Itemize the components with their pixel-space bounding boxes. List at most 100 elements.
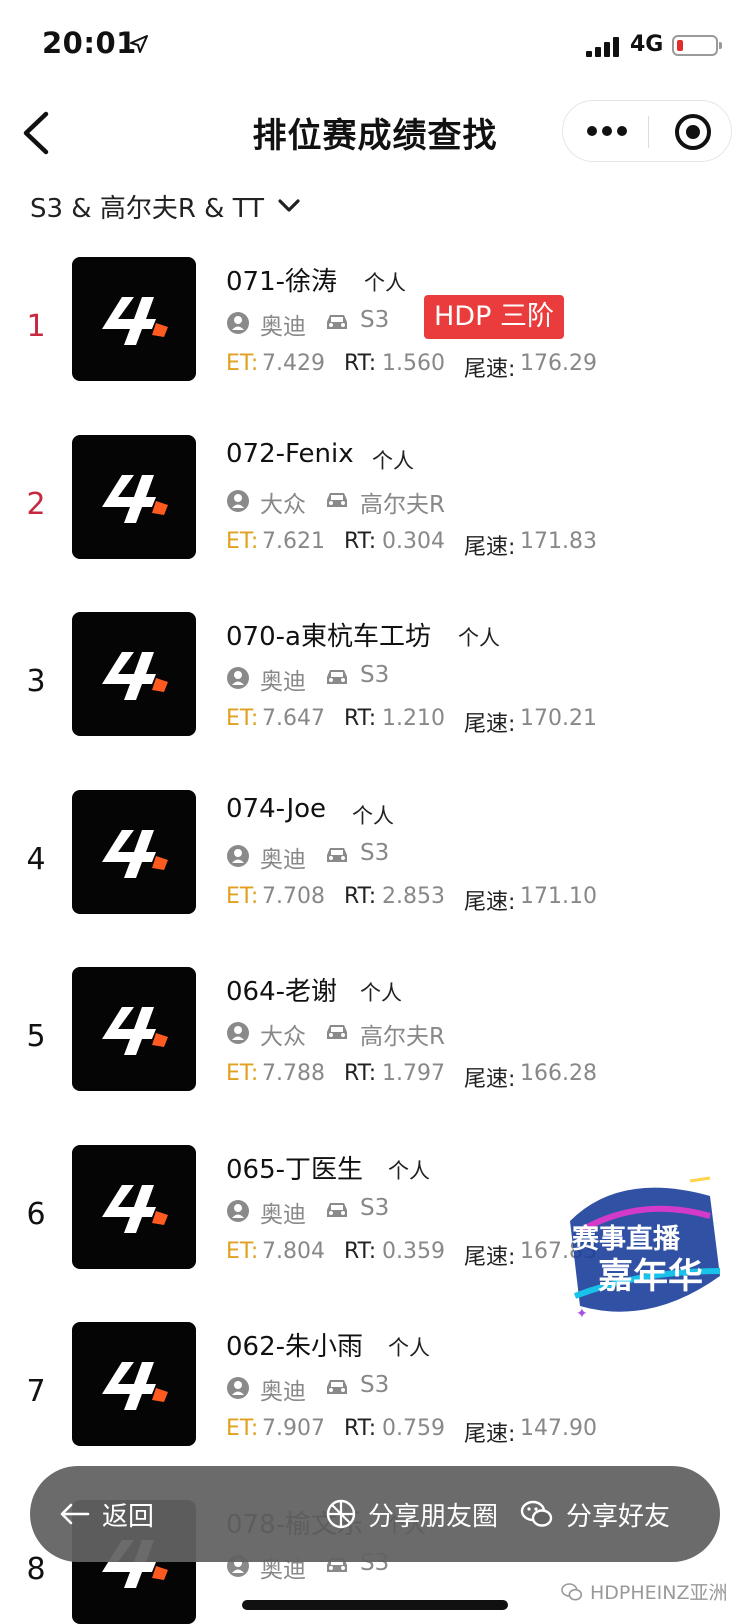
rank-number: 8 xyxy=(26,1551,46,1587)
rt-value: 1.797 xyxy=(382,1061,445,1086)
share-friends-label: 分享好友 xyxy=(566,1501,671,1532)
share-bar: 返回 分享朋友圈 分享好友 xyxy=(30,1466,720,1562)
speed-value: 176.29 xyxy=(520,351,597,376)
status-time: 20:01 xyxy=(42,26,137,60)
target-icon[interactable] xyxy=(675,114,711,150)
category-filter[interactable]: S3 & 高尔夫R & TT xyxy=(30,186,300,226)
result-row[interactable]: 4 074-Joe 个人 奥迪 S3 ET: 7.708 RT: 2.853 尾… xyxy=(0,789,750,974)
badge-person-icon xyxy=(227,844,249,867)
entrant-name: 062-朱小雨 xyxy=(226,1332,364,1362)
rank-number: 4 xyxy=(26,841,46,877)
promo-line1: 赛事直播 xyxy=(571,1223,681,1255)
car-label: S3 xyxy=(360,1372,390,1398)
filter-label: S3 & 高尔夫R & TT xyxy=(30,193,265,224)
entrant-name: 072-Fenix xyxy=(226,438,354,469)
team-logo xyxy=(72,1322,196,1446)
brand-label: 奥迪 xyxy=(260,846,306,873)
car-icon xyxy=(327,847,347,862)
rt-value: 0.304 xyxy=(382,528,445,554)
share-moments-button[interactable]: 分享朋友圈 xyxy=(326,1466,498,1562)
rank-number: 5 xyxy=(26,1019,46,1054)
brand-label: 奥迪 xyxy=(260,1379,306,1405)
entry-type: 个人 xyxy=(458,626,500,650)
back-button[interactable]: 返回 xyxy=(58,1466,154,1562)
entry-type: 个人 xyxy=(388,1336,430,1360)
et-value: 7.429 xyxy=(262,351,325,376)
location-arrow-icon xyxy=(130,35,148,53)
badge-person-icon xyxy=(227,1377,249,1399)
car-icon xyxy=(327,1025,347,1039)
car-label: S3 xyxy=(360,662,390,688)
badge-person-icon xyxy=(227,489,249,512)
brand-label: 奥迪 xyxy=(260,314,306,340)
badge-person-icon xyxy=(227,1199,249,1222)
speed-value: 166.28 xyxy=(520,1061,597,1086)
car-icon xyxy=(327,315,347,329)
rank-number: 1 xyxy=(26,309,46,344)
rt-value: 1.210 xyxy=(382,706,445,731)
team-logo xyxy=(72,789,196,914)
brand-label: 奥迪 xyxy=(260,669,306,695)
et-value: 7.621 xyxy=(262,528,325,554)
network-label: 4G xyxy=(630,32,664,57)
battery-icon xyxy=(672,35,722,56)
speed-value: 170.21 xyxy=(520,706,597,731)
entrant-name: 074-Joe xyxy=(226,793,327,824)
rank-number: 3 xyxy=(26,664,46,699)
rt-value: 0.359 xyxy=(382,1238,445,1264)
wechat-icon xyxy=(561,1582,583,1600)
car-label: S3 xyxy=(360,839,390,866)
et-value: 7.907 xyxy=(262,1416,325,1441)
status-bar: 20:01 4G xyxy=(0,0,750,90)
result-row[interactable]: 1 071-徐涛 个人 奥迪 S3 HDP 三阶 ET: 7.429 RT: 1… xyxy=(0,257,750,441)
share-moments-label: 分享朋友圈 xyxy=(368,1501,499,1532)
entrant-name: 065-丁医生 xyxy=(226,1154,364,1185)
speed-value: 147.90 xyxy=(520,1416,597,1441)
car-icon xyxy=(327,670,347,684)
car-label: 高尔夫R xyxy=(360,491,445,518)
badge-person-icon xyxy=(227,667,249,689)
car-icon xyxy=(327,1380,347,1394)
result-row[interactable]: 2 072-Fenix 个人 大众 高尔夫R ET: 7.621 RT: 0.3… xyxy=(0,434,750,619)
signal-icon xyxy=(586,37,622,57)
et-value: 7.804 xyxy=(262,1238,325,1264)
watermark: HDPHEINZ亚洲 xyxy=(560,1578,728,1605)
promo-line2: 嘉年华 xyxy=(598,1257,703,1297)
share-friends-button[interactable]: 分享好友 xyxy=(520,1466,670,1562)
tune-badge: HDP 三阶 xyxy=(424,295,564,339)
entry-type: 个人 xyxy=(352,803,394,828)
brand-label: 大众 xyxy=(260,491,306,518)
more-dots-icon[interactable] xyxy=(587,126,627,138)
brand-label: 大众 xyxy=(260,1024,306,1050)
entrant-name: 070-a東杭车工坊 xyxy=(226,622,431,652)
result-row[interactable]: 3 070-a東杭车工坊 个人 奥迪 S3 ET: 7.647 RT: 1.21… xyxy=(0,612,750,796)
car-label: S3 xyxy=(360,307,390,333)
car-label: 高尔夫R xyxy=(360,1024,445,1050)
car-icon xyxy=(327,492,347,507)
entrant-name: 071-徐涛 xyxy=(226,267,338,297)
et-value: 7.647 xyxy=(262,706,325,731)
entry-type: 个人 xyxy=(360,981,402,1005)
team-logo xyxy=(72,612,196,736)
wechat-icon xyxy=(520,1500,553,1527)
rt-value: 1.560 xyxy=(382,351,445,376)
back-label: 返回 xyxy=(102,1501,155,1532)
et-value: 7.788 xyxy=(262,1061,325,1086)
entry-type: 个人 xyxy=(372,448,414,473)
et-value: 7.708 xyxy=(262,883,325,909)
team-logo xyxy=(72,257,196,381)
rt-value: 2.853 xyxy=(382,883,445,909)
moments-icon xyxy=(326,1499,356,1529)
home-indicator xyxy=(242,1600,508,1610)
watermark-label: HDPHEINZ亚洲 xyxy=(590,1582,728,1604)
car-icon xyxy=(327,1202,347,1217)
entry-type: 个人 xyxy=(364,271,406,295)
arrow-left-icon xyxy=(60,1503,90,1525)
result-row[interactable]: 5 064-老谢 个人 大众 高尔夫R ET: 7.788 RT: 1.797 … xyxy=(0,967,750,1151)
rank-number: 2 xyxy=(26,486,46,522)
svg-text:✦: ✦ xyxy=(576,1306,588,1322)
brand-label: 奥迪 xyxy=(260,1201,306,1228)
entry-type: 个人 xyxy=(388,1158,430,1183)
rank-number: 6 xyxy=(26,1196,46,1232)
promo-sticker[interactable]: 赛事直播 嘉年华 ✦ xyxy=(560,1176,730,1326)
